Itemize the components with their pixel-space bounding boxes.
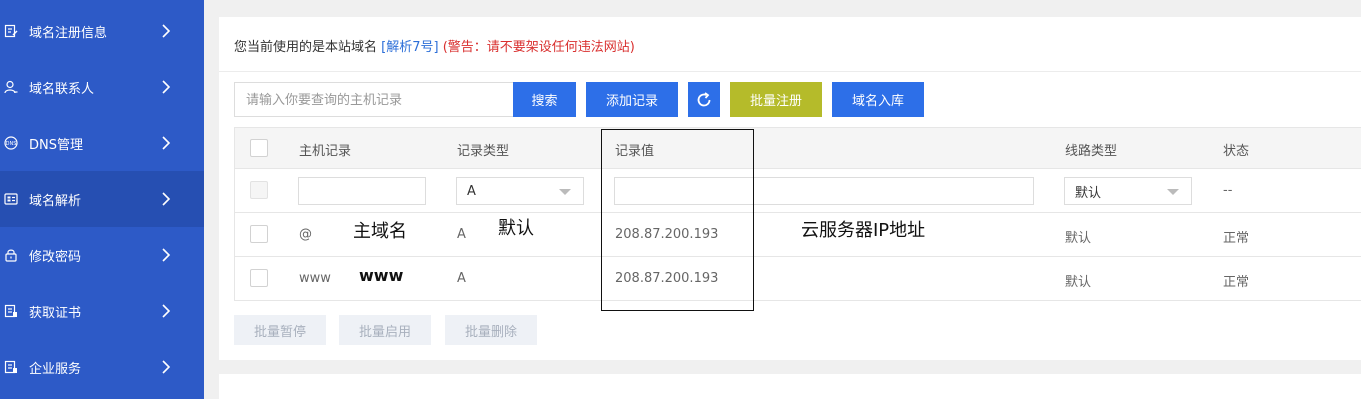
chevron-right-icon (162, 304, 171, 318)
search-button[interactable]: 搜索 (513, 82, 576, 117)
register-icon (4, 24, 18, 38)
secondary-panel (219, 374, 1361, 399)
annotation-main-domain: 主域名 (353, 221, 407, 242)
header-status: 状态 (1223, 144, 1250, 159)
row-checkbox[interactable] (250, 269, 268, 287)
value-input[interactable] (614, 177, 1034, 205)
chevron-right-icon (162, 80, 171, 94)
sidebar-item-dns[interactable]: DNS DNS管理 (0, 115, 204, 171)
dns-icon: DNS (4, 136, 18, 150)
line-select[interactable]: 默认 (1064, 177, 1192, 205)
sidebar-item-label: DNS管理 (29, 137, 83, 153)
chevron-right-icon (162, 192, 171, 206)
row-checkbox (250, 181, 268, 199)
batch-enable-button[interactable]: 批量启用 (339, 315, 431, 345)
header-type: 记录类型 (457, 144, 510, 159)
refresh-icon (697, 91, 711, 106)
chevron-right-icon (162, 24, 171, 38)
annotation-www: www (359, 266, 404, 285)
sidebar-item-label: 企业服务 (29, 361, 82, 377)
lock-icon (4, 248, 18, 262)
search-input[interactable] (234, 82, 514, 117)
new-record-row: A 默认 -- (235, 169, 1361, 213)
sidebar-item-enterprise-service[interactable]: 企业服务 (0, 339, 204, 395)
chevron-right-icon (162, 136, 171, 150)
warning-text: (警告：请不要架设任何违法网站) (438, 40, 635, 55)
sidebar-item-register-info[interactable]: 域名注册信息 (0, 3, 204, 59)
row-checkbox[interactable] (250, 225, 268, 243)
chevron-right-icon (162, 360, 171, 374)
table-row: www A 208.87.200.193 默认 正常 (235, 257, 1361, 301)
refresh-button[interactable] (688, 82, 720, 117)
certificate-icon (4, 304, 18, 318)
notice-text: 您当前使用的是本站域名 (234, 40, 382, 55)
sidebar-item-label: 域名解析 (29, 193, 82, 209)
line-select-value: 默认 (1075, 185, 1102, 201)
type-select-value: A (467, 183, 476, 199)
batch-pause-button[interactable]: 批量暂停 (234, 315, 326, 345)
value-cell: 208.87.200.193 (615, 271, 719, 286)
batch-delete-button[interactable]: 批量删除 (445, 315, 537, 345)
select-all-checkbox[interactable] (250, 139, 268, 157)
sidebar-item-change-password[interactable]: 修改密码 (0, 227, 204, 283)
sidebar-item-resolve[interactable]: 域名解析 (0, 171, 204, 227)
header-value: 记录值 (615, 144, 655, 159)
service-icon (4, 360, 18, 374)
batch-register-button[interactable]: 批量注册 (730, 82, 822, 117)
status-cell: 正常 (1223, 275, 1250, 290)
value-cell: 208.87.200.193 (615, 227, 719, 242)
host-input[interactable] (298, 177, 426, 205)
chevron-down-icon (559, 189, 571, 195)
status-placeholder: -- (1223, 183, 1233, 198)
contact-icon (4, 80, 18, 94)
line-cell: 默认 (1065, 275, 1092, 290)
type-cell: A (457, 271, 466, 286)
host-cell: www (299, 271, 331, 286)
sidebar: 域名注册信息 域名联系人 DNS DNS管理 域名解析 修改密码 获取证书 企业… (0, 0, 204, 399)
annotation-server-ip: 云服务器IP地址 (801, 220, 926, 241)
add-record-button[interactable]: 添加记录 (586, 82, 678, 117)
svg-text:DNS: DNS (6, 141, 17, 147)
chevron-right-icon (162, 248, 171, 262)
sidebar-item-label: 域名注册信息 (29, 25, 108, 41)
table-header: 主机记录 记录类型 记录值 线路类型 状态 (235, 128, 1361, 169)
type-cell: A (457, 227, 466, 242)
domain-notice: 您当前使用的是本站域名 [解析7号] (警告：请不要架设任何违法网站) (234, 36, 635, 55)
annotation-default: 默认 (498, 218, 534, 239)
header-line: 线路类型 (1065, 144, 1118, 159)
host-cell: @ (299, 227, 312, 242)
status-cell: 正常 (1223, 231, 1250, 246)
sidebar-item-contact[interactable]: 域名联系人 (0, 59, 204, 115)
line-cell: 默认 (1065, 231, 1092, 246)
resolve-icon (4, 192, 18, 206)
chevron-down-icon (1167, 189, 1179, 195)
resolver-link[interactable]: [解析7号] (381, 40, 438, 55)
sidebar-item-label: 域名联系人 (29, 81, 95, 97)
domain-import-button[interactable]: 域名入库 (832, 82, 924, 117)
sidebar-item-certificate[interactable]: 获取证书 (0, 283, 204, 339)
divider (219, 71, 1361, 72)
sidebar-item-label: 获取证书 (29, 305, 82, 321)
type-select[interactable]: A (456, 177, 584, 205)
header-host: 主机记录 (299, 144, 352, 159)
sidebar-item-label: 修改密码 (29, 249, 82, 265)
